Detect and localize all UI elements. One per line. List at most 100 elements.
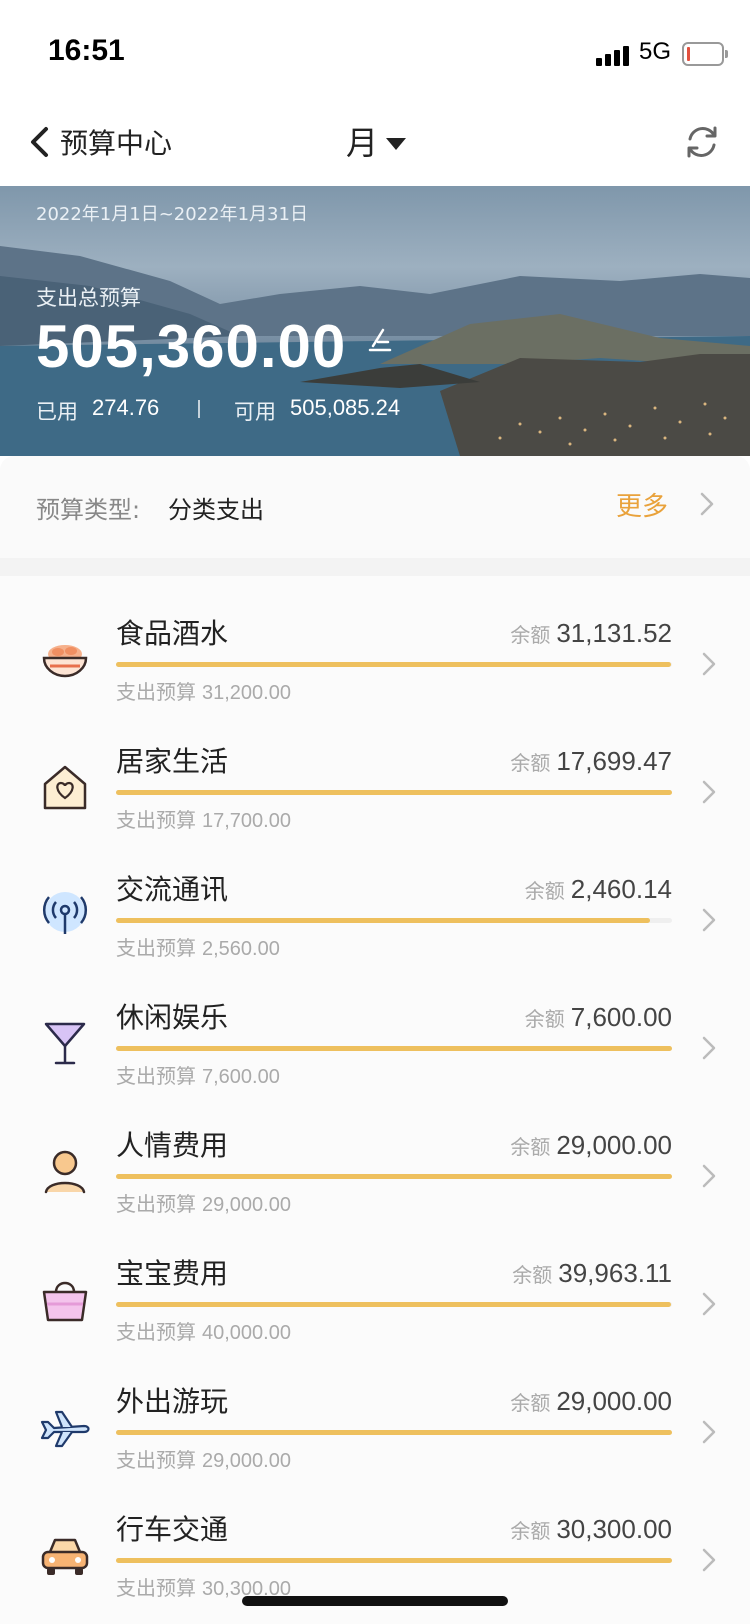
budget-label: 支出预算 — [116, 808, 196, 832]
budget-amount: 支出预算 2,560.00 — [116, 932, 280, 961]
used-value: 274.76 — [92, 395, 160, 420]
remaining-value: 29,000.00 — [556, 1386, 672, 1416]
category-row[interactable]: 外出游玩 余额 29,000.00 支出预算 29,000.00 — [0, 1362, 750, 1490]
remaining-amount: 余额 17,699.47 — [510, 746, 672, 777]
chevron-right-icon[interactable] — [702, 1292, 716, 1316]
remaining-amount: 余额 7,600.00 — [525, 1002, 672, 1033]
status-bar: 16:51 5G — [0, 0, 750, 100]
remaining-amount: 余额 29,000.00 — [510, 1386, 672, 1417]
budget-type-label: 预算类型: — [36, 496, 141, 524]
budget-value: 2,560.00 — [202, 938, 280, 960]
progress-fill — [116, 918, 651, 923]
back-button-label[interactable]: 预算中心 — [60, 122, 172, 162]
category-name: 食品酒水 — [116, 617, 229, 650]
chevron-right-icon[interactable] — [702, 1420, 716, 1444]
home-indicator[interactable] — [242, 1596, 508, 1606]
remaining-label: 余额 — [510, 1391, 551, 1415]
progress-track — [116, 662, 672, 667]
progress-fill — [116, 662, 671, 667]
home-heart-icon — [43, 765, 87, 810]
used-label: 已用 — [36, 400, 78, 424]
budget-type-row[interactable]: 预算类型: 分类支出 更多 — [0, 456, 750, 558]
refresh-icon[interactable] — [682, 122, 722, 162]
food-bowl-icon — [42, 645, 88, 678]
more-button[interactable]: 更多 — [616, 486, 668, 523]
progress-fill — [116, 1302, 672, 1307]
back-chevron-icon[interactable] — [26, 126, 54, 158]
total-budget-value: 505,360.00 — [36, 313, 347, 380]
cocktail-icon — [44, 1022, 86, 1065]
progress-track — [116, 790, 672, 795]
period-selector[interactable]: 月 — [346, 118, 378, 164]
progress-track — [116, 1046, 672, 1051]
chevron-right-icon[interactable] — [702, 1036, 716, 1060]
chevron-right-icon[interactable] — [702, 908, 716, 932]
category-row[interactable]: 人情费用 余额 29,000.00 支出预算 29,000.00 — [0, 1106, 750, 1234]
budget-label: 支出预算 — [116, 1320, 196, 1344]
edit-icon[interactable] — [366, 326, 394, 354]
budget-value: 40,000.00 — [202, 1322, 291, 1344]
budget-type-value: 分类支出 — [168, 496, 264, 524]
caret-down-icon[interactable] — [386, 138, 406, 150]
signal-icon — [596, 44, 630, 66]
budget-value: 17,700.00 — [202, 810, 291, 832]
chevron-right-icon[interactable] — [702, 1548, 716, 1572]
category-row[interactable]: 交流通讯 余额 2,460.14 支出预算 2,560.00 — [0, 850, 750, 978]
budget-label: 支出预算 — [116, 1192, 196, 1216]
remaining-label: 余额 — [524, 1007, 565, 1031]
chevron-right-icon[interactable] — [702, 652, 716, 676]
shopping-bag-icon — [42, 1281, 88, 1322]
total-budget-label: 支出总预算 — [36, 286, 141, 310]
budget-amount: 支出预算 29,000.00 — [116, 1444, 291, 1473]
remaining-amount: 余额 30,300.00 — [510, 1514, 672, 1545]
remaining-amount: 余额 2,460.14 — [525, 874, 672, 905]
antenna-icon — [42, 892, 88, 934]
chevron-right-icon[interactable] — [702, 780, 716, 804]
budget-value: 29,000.00 — [202, 1450, 291, 1472]
budget-value: 29,000.00 — [202, 1194, 291, 1216]
category-name: 居家生活 — [116, 745, 229, 778]
progress-fill — [116, 1046, 672, 1051]
category-row[interactable]: 休闲娱乐 余额 7,600.00 支出预算 7,600.00 — [0, 978, 750, 1106]
person-icon — [44, 1150, 86, 1194]
remaining-value: 30,300.00 — [556, 1514, 672, 1544]
remaining-value: 29,000.00 — [556, 1130, 672, 1160]
airplane-icon — [40, 1410, 90, 1448]
remaining-amount: 余额 29,000.00 — [510, 1130, 672, 1161]
budget-label: 支出预算 — [116, 936, 196, 960]
category-row[interactable]: 食品酒水 余额 31,131.52 支出预算 31,200.00 — [0, 594, 750, 722]
remaining-label: 余额 — [510, 1135, 551, 1159]
category-name: 行车交通 — [116, 1513, 229, 1546]
remaining-label: 余额 — [510, 1519, 551, 1543]
budget-summary-banner: 2022年1月1日~2022年1月31日 支出总预算 505,360.00 已用… — [0, 186, 750, 456]
nav-bar: 预算中心 月 — [0, 100, 750, 186]
budget-label: 支出预算 — [116, 1576, 196, 1600]
remaining-value: 39,963.11 — [558, 1258, 672, 1288]
category-name: 休闲娱乐 — [116, 1001, 229, 1034]
budget-amount: 支出预算 17,700.00 — [116, 804, 291, 833]
remaining-value: 17,699.47 — [556, 746, 672, 776]
category-row[interactable]: 宝宝费用 余额 39,963.11 支出预算 40,000.00 — [0, 1234, 750, 1362]
remaining-label: 余额 — [524, 879, 565, 903]
category-name: 外出游玩 — [116, 1385, 229, 1418]
budget-value: 7,600.00 — [202, 1066, 280, 1088]
category-row[interactable]: 居家生活 余额 17,699.47 支出预算 17,700.00 — [0, 722, 750, 850]
car-icon — [41, 1538, 89, 1575]
budget-label: 支出预算 — [116, 1064, 196, 1088]
remaining-label: 余额 — [510, 751, 551, 775]
divider — [198, 400, 200, 418]
available-value: 505,085.24 — [290, 395, 401, 420]
chevron-right-icon[interactable] — [702, 1164, 716, 1188]
progress-track — [116, 1558, 672, 1563]
budget-label: 支出预算 — [116, 1448, 196, 1472]
progress-track — [116, 1174, 672, 1179]
budget-amount: 支出预算 40,000.00 — [116, 1316, 291, 1345]
remaining-amount: 余额 39,963.11 — [512, 1258, 672, 1289]
progress-fill — [116, 1558, 672, 1563]
chevron-right-icon[interactable] — [700, 492, 714, 516]
progress-fill — [116, 1430, 672, 1435]
budget-label: 支出预算 — [116, 680, 196, 704]
battery-icon — [682, 42, 728, 66]
budget-amount: 支出预算 7,600.00 — [116, 1060, 280, 1089]
network-type: 5G — [639, 38, 672, 65]
